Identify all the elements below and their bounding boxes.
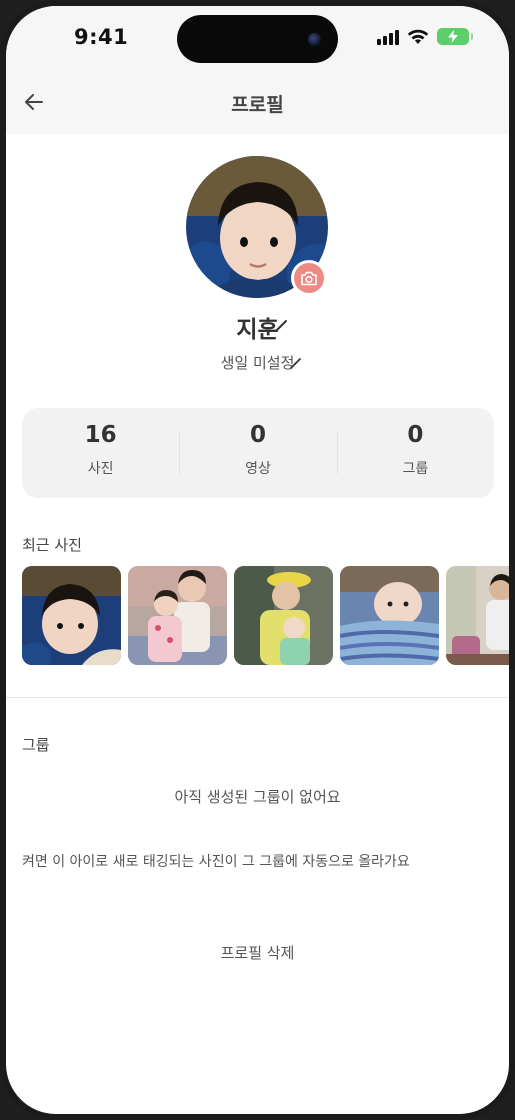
recent-photos-strip[interactable] xyxy=(22,566,509,666)
stat-label: 영상 xyxy=(245,461,271,477)
pencil-icon xyxy=(275,320,287,332)
status-bar: 9:41 xyxy=(6,6,509,68)
photo-thumbnail[interactable] xyxy=(446,566,509,665)
stat-videos[interactable]: 0 영상 xyxy=(179,408,336,498)
camera-icon xyxy=(301,271,317,285)
stat-value: 16 xyxy=(84,422,117,448)
delete-profile-button[interactable]: 프로필 삭제 xyxy=(6,942,509,963)
battery-charging-icon xyxy=(437,28,473,45)
photo-thumbnail[interactable] xyxy=(234,566,333,665)
change-photo-button[interactable] xyxy=(291,260,327,296)
groups-hint-text: 켜면 이 아이로 새로 태깅되는 사진이 그 그룹에 자동으로 올라가요 xyxy=(22,854,410,870)
header: 프로필 xyxy=(6,78,509,126)
photo-thumbnail[interactable] xyxy=(22,566,121,665)
status-time: 9:41 xyxy=(74,25,129,49)
edit-birthday-button[interactable] xyxy=(289,355,302,374)
photo-thumbnail[interactable] xyxy=(340,566,439,665)
groups-title: 그룹 xyxy=(22,736,50,754)
stat-value: 0 xyxy=(249,422,266,448)
recent-photos-title: 최근 사진 xyxy=(22,536,82,554)
stat-photos[interactable]: 16 사진 xyxy=(22,408,179,498)
birthday-row: 생일 미설정 xyxy=(6,352,509,373)
stat-value: 0 xyxy=(407,422,424,448)
screen: 9:41 프로필 지훈 생일 미설정 16 사진 0 영상 0 그룹 최근 사진… xyxy=(6,6,509,1114)
cellular-signal-icon xyxy=(377,29,399,45)
phone-frame: 9:41 프로필 지훈 생일 미설정 16 사진 0 영상 0 그룹 최근 사진… xyxy=(0,0,515,1120)
avatar-container xyxy=(186,156,328,298)
camera-lens xyxy=(308,33,321,46)
name-row: 지훈 xyxy=(6,310,509,344)
birthday-text: 생일 미설정 xyxy=(220,354,295,372)
stats-card: 16 사진 0 영상 0 그룹 xyxy=(22,408,494,498)
photo-thumbnail[interactable] xyxy=(128,566,227,665)
stat-groups[interactable]: 0 그룹 xyxy=(336,408,494,498)
profile-name: 지훈 xyxy=(236,317,279,343)
stat-label: 그룹 xyxy=(402,461,429,477)
edit-name-button[interactable] xyxy=(274,318,288,337)
stat-label: 사진 xyxy=(87,461,114,477)
page-title: 프로필 xyxy=(231,94,284,116)
pencil-icon xyxy=(290,358,301,369)
divider xyxy=(6,697,509,698)
top-area: 9:41 프로필 xyxy=(6,6,509,134)
dynamic-island xyxy=(177,15,338,63)
wifi-icon xyxy=(407,29,429,44)
groups-empty-text: 아직 생성된 그룹이 없어요 xyxy=(174,788,341,806)
status-icons xyxy=(377,28,473,45)
